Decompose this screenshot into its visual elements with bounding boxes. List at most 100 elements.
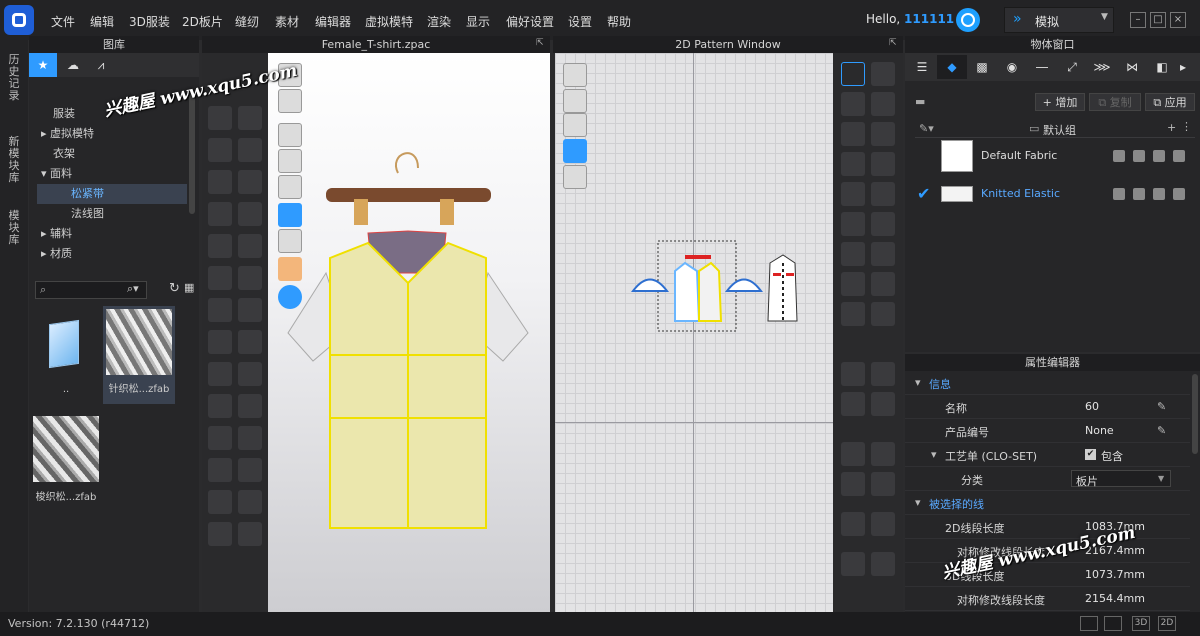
- grid-view-icon[interactable]: ▦: [184, 281, 194, 294]
- add-to-garment-icon[interactable]: [1113, 150, 1125, 162]
- stitch-icon[interactable]: [871, 472, 895, 496]
- gripper-tool-icon[interactable]: [238, 362, 262, 386]
- garment-tool-icon[interactable]: [208, 170, 232, 194]
- zigzag-icon[interactable]: [871, 442, 895, 466]
- 2d-view-button[interactable]: 2D: [1158, 616, 1176, 631]
- shirt-tool-icon[interactable]: [208, 458, 232, 482]
- fabric-tab-icon[interactable]: ◆: [937, 55, 967, 79]
- list-icon[interactable]: ☰: [907, 55, 937, 79]
- tab-modules[interactable]: 模块库: [6, 210, 22, 246]
- save-fabric-icon[interactable]: [1153, 150, 1165, 162]
- menu-avatar[interactable]: 虚拟模特: [365, 13, 413, 30]
- filter-search-icon[interactable]: ⌕▾: [127, 282, 139, 296]
- checker-icon[interactable]: ▩: [967, 55, 997, 79]
- popout-icon[interactable]: ⇱: [536, 38, 544, 48]
- refresh-icon[interactable]: ↻: [169, 281, 180, 296]
- button-hole-icon[interactable]: [238, 394, 262, 418]
- pleat-tool-icon[interactable]: [238, 458, 262, 482]
- guideline-icon[interactable]: [841, 392, 865, 416]
- pattern-grid-icon[interactable]: [871, 552, 895, 576]
- menu-edit[interactable]: 编辑: [90, 13, 114, 30]
- menu-editor[interactable]: 编辑器: [315, 13, 351, 30]
- group-header[interactable]: ✎▾ ▭ 默认组 + ⋮: [915, 120, 1195, 138]
- menu-help[interactable]: 帮助: [607, 13, 631, 30]
- file-knit-elastic[interactable]: 针织松...zfab: [103, 306, 175, 404]
- include-checkbox[interactable]: ✔: [1085, 449, 1096, 460]
- tree-item-fabric[interactable]: ▾ 面料: [29, 164, 187, 184]
- transform-pattern-icon[interactable]: [871, 62, 895, 86]
- fabric-row-knitted-elastic[interactable]: ✔ Knitted Elastic: [915, 176, 1187, 212]
- add-button[interactable]: + 增加: [1035, 93, 1085, 111]
- folder-icon[interactable]: ▬: [915, 95, 925, 108]
- menu-sewing[interactable]: 缝纫: [235, 13, 259, 30]
- 2d-viewport[interactable]: [555, 53, 833, 612]
- rectangle-icon[interactable]: [871, 92, 895, 116]
- mode-selector[interactable]: » 模拟 ▼: [1004, 7, 1114, 33]
- polygon-icon[interactable]: [841, 122, 865, 146]
- clo-set-icon[interactable]: [956, 8, 980, 32]
- close-button[interactable]: ×: [1170, 12, 1186, 28]
- seam-allowance-icon[interactable]: [871, 392, 895, 416]
- flip-tool-icon[interactable]: [208, 490, 232, 514]
- steam-tool-icon[interactable]: [238, 202, 262, 226]
- edit-pattern-icon[interactable]: [841, 62, 865, 86]
- edit-pen-icon[interactable]: ✎: [1157, 400, 1166, 413]
- save-fabric-icon[interactable]: [1153, 188, 1165, 200]
- lock-pattern-icon[interactable]: [563, 165, 587, 189]
- show-garment-icon[interactable]: [563, 89, 587, 113]
- menu-settings[interactable]: 设置: [568, 13, 592, 30]
- pattern-list-icon[interactable]: [841, 552, 865, 576]
- 3d-viewport[interactable]: [268, 53, 550, 612]
- trace-icon[interactable]: [841, 182, 865, 206]
- zipper-object-icon[interactable]: ⋙: [1087, 55, 1117, 79]
- category-select[interactable]: 板片 ▼: [1071, 470, 1171, 488]
- selected-line-section-header[interactable]: ▾ 被选择的线: [905, 491, 1190, 515]
- tree-item-hanger[interactable]: 衣架: [29, 144, 187, 164]
- bow-icon[interactable]: ⋈: [1117, 55, 1147, 79]
- puckering-tool-icon[interactable]: [238, 298, 262, 322]
- add-to-garment-icon[interactable]: [1113, 188, 1125, 200]
- graphic-tool-icon[interactable]: [208, 522, 232, 546]
- line-object-icon[interactable]: ―: [1027, 55, 1057, 79]
- tab-history[interactable]: 历史记录: [6, 54, 22, 102]
- sewing-tool-icon[interactable]: [208, 234, 232, 258]
- check-sewing-icon[interactable]: [871, 272, 895, 296]
- topstitch-object-icon[interactable]: ⤢: [1057, 55, 1087, 79]
- internal-polygon-icon[interactable]: [841, 152, 865, 176]
- topstitch-tool-icon[interactable]: [208, 298, 232, 322]
- camera-icon[interactable]: [871, 512, 895, 536]
- line-tool-icon[interactable]: [238, 234, 262, 258]
- fold-arrangement-icon[interactable]: [841, 242, 865, 266]
- pin-tool-icon[interactable]: [208, 138, 232, 162]
- menu-materials[interactable]: 素材: [275, 13, 299, 30]
- print-tool-icon[interactable]: [208, 426, 232, 450]
- edit-pen-icon[interactable]: ✎▾: [919, 122, 934, 135]
- circle-icon[interactable]: [871, 122, 895, 146]
- edit-sewing-icon[interactable]: [871, 242, 895, 266]
- pleats-icon[interactable]: [871, 302, 895, 326]
- fabric-row-default[interactable]: Default Fabric: [915, 138, 1187, 174]
- avatar-tool-icon[interactable]: [208, 362, 232, 386]
- menu-preferences[interactable]: 偏好设置: [506, 13, 554, 30]
- grid-select-icon[interactable]: [841, 212, 865, 236]
- single-view-icon[interactable]: [1080, 616, 1098, 631]
- select-move-icon[interactable]: [208, 106, 232, 130]
- file-parent-folder[interactable]: ..: [33, 312, 99, 406]
- measure-2d-icon[interactable]: [871, 362, 895, 386]
- text-tool-icon[interactable]: [841, 442, 865, 466]
- file-woven-elastic[interactable]: 梭织松...zfab: [33, 416, 99, 510]
- segment-sewing-icon[interactable]: [871, 182, 895, 206]
- scroll-right-icon[interactable]: ▸: [1171, 55, 1195, 79]
- arrangement-tool-icon[interactable]: [238, 330, 262, 354]
- marketplace-icon[interactable]: ⩘: [87, 53, 115, 77]
- text-label-icon[interactable]: [841, 472, 865, 496]
- notch-icon[interactable]: [841, 302, 865, 326]
- tab-new-modules[interactable]: 新模块库: [6, 136, 22, 184]
- tack-tool-icon[interactable]: [238, 170, 262, 194]
- delete-fabric-icon[interactable]: [1173, 150, 1185, 162]
- tree-item-avatar[interactable]: ▸ 虚拟模特: [29, 124, 187, 144]
- tree-scrollbar[interactable]: [189, 94, 195, 214]
- button-object-icon[interactable]: ◉: [997, 55, 1027, 79]
- zipper-tool-icon[interactable]: [238, 266, 262, 290]
- cut-icon[interactable]: [841, 272, 865, 296]
